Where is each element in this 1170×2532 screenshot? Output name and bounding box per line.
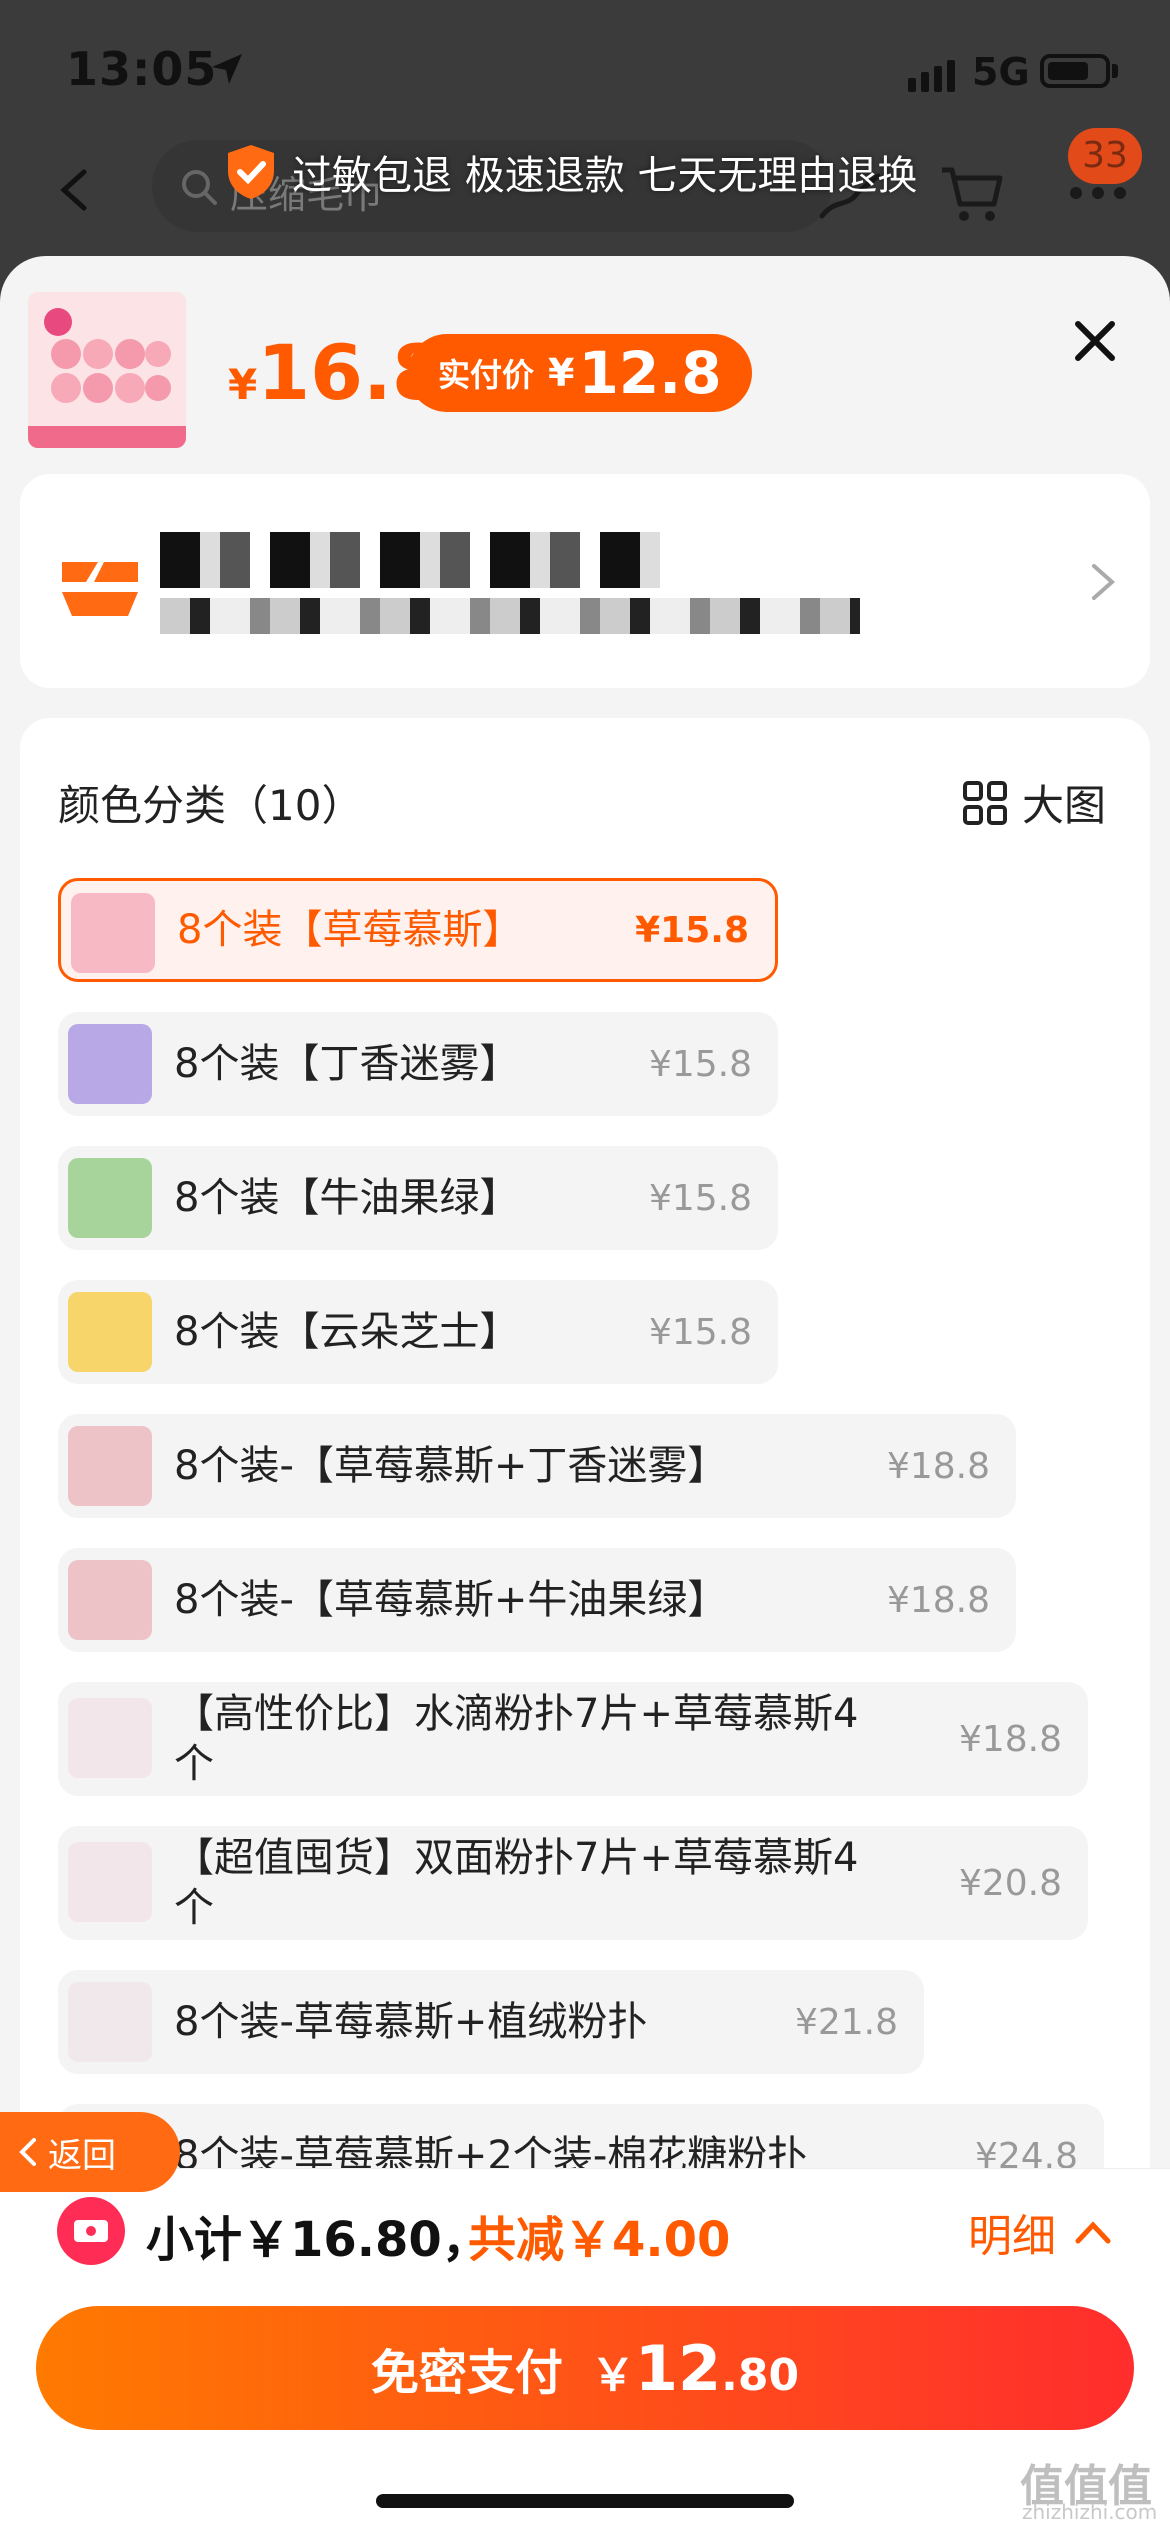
promo-text: 过敏包退 极速退款 七天无理由退换	[292, 153, 918, 199]
chevron-up-icon	[1075, 2221, 1111, 2244]
battery-cap	[1112, 64, 1118, 78]
promo-banner: 过敏包退 极速退款 七天无理由退换	[224, 140, 917, 204]
option-label: 【超值囤货】双面粉扑7片+草莓慕斯4个	[174, 1835, 859, 1931]
option-item[interactable]: 8个装【云朵芝士】 ¥15.8	[58, 1280, 778, 1384]
discount-total: 共减￥4.00	[468, 2212, 731, 2268]
battery-icon	[1040, 54, 1110, 88]
option-label: 8个装【丁香迷雾】	[174, 1041, 520, 1087]
paid-price-pill: 实付价 ¥12.8	[408, 334, 752, 412]
option-thumbnail	[68, 1024, 152, 1104]
option-label: 8个装-草莓慕斯+植绒粉扑	[174, 1999, 648, 2045]
option-item[interactable]: 8个装【草莓慕斯】 ¥15.8	[58, 878, 778, 982]
option-thumbnail	[68, 1982, 152, 2062]
option-item[interactable]: 【高性价比】水滴粉扑7片+草莓慕斯4个 ¥18.8	[58, 1682, 1088, 1796]
delivery-info-redacted	[160, 598, 860, 634]
option-price: ¥20.8	[958, 1862, 1062, 1904]
status-time: 13:05	[66, 42, 218, 96]
option-price: ¥15.8	[635, 909, 749, 951]
option-thumbnail	[71, 893, 155, 973]
option-label: 8个装【云朵芝士】	[174, 1309, 520, 1355]
address-redacted	[160, 532, 660, 588]
paid-price-label: 实付价	[438, 356, 535, 394]
location-arrow-icon	[212, 54, 242, 84]
product-thumbnail[interactable]	[28, 292, 186, 448]
option-thumbnail	[68, 1158, 152, 1238]
detail-label: 明细	[968, 2211, 1056, 2262]
option-item[interactable]: 8个装-【草莓慕斯+牛油果绿】 ¥18.8	[58, 1548, 1016, 1652]
float-back-label: 返回	[48, 2135, 116, 2176]
network-type: 5G	[972, 50, 1030, 94]
option-item[interactable]: 【超值囤货】双面粉扑7片+草莓慕斯4个 ¥20.8	[58, 1826, 1088, 1940]
option-label: 8个装【草莓慕斯】	[177, 907, 523, 953]
option-item[interactable]: 8个装【牛油果绿】 ¥15.8	[58, 1146, 778, 1250]
signal-icon	[908, 60, 955, 92]
search-icon	[182, 170, 217, 205]
option-label: 8个装-【草莓慕斯+牛油果绿】	[174, 1577, 728, 1623]
home-indicator	[376, 2494, 794, 2508]
option-thumbnail	[68, 1698, 152, 1778]
more-icon[interactable]	[1068, 186, 1128, 200]
watermark-url: zhizhizhi.com	[1022, 2500, 1158, 2524]
pay-amount: ￥12.80	[590, 2331, 800, 2405]
option-label: 8个装-【草莓慕斯+丁香迷雾】	[174, 1443, 728, 1489]
paid-price-value: 12.8	[578, 339, 722, 407]
option-label: 8个装【牛油果绿】	[174, 1175, 520, 1221]
options-title: 颜色分类（10）	[58, 781, 364, 830]
option-price: ¥15.8	[648, 1311, 752, 1353]
option-price: ¥15.8	[648, 1177, 752, 1219]
pay-button[interactable]: 免密支付 ￥12.80	[36, 2306, 1134, 2430]
grid-icon	[963, 780, 1007, 825]
option-item[interactable]: 8个装-【草莓慕斯+丁香迷雾】 ¥18.8	[58, 1414, 1016, 1518]
option-thumbnail	[68, 1292, 152, 1372]
shield-check-icon	[228, 145, 274, 199]
option-thumbnail	[68, 1560, 152, 1640]
cart-icon[interactable]	[940, 164, 1004, 224]
subtotal: 小计￥16.80，	[146, 2212, 490, 2268]
close-icon[interactable]	[1072, 318, 1118, 364]
cart-badge: 33	[1068, 128, 1142, 184]
option-item[interactable]: 8个装-草莓慕斯+植绒粉扑 ¥21.8	[58, 1970, 924, 2074]
option-price: ¥21.8	[794, 2001, 898, 2043]
big-image-toggle[interactable]: 大图	[962, 772, 1106, 833]
coupon-icon	[57, 2197, 125, 2265]
float-back-button[interactable]: 返回	[0, 2112, 180, 2192]
paid-price-yen: ¥	[548, 351, 575, 395]
big-image-label: 大图	[1022, 781, 1107, 830]
pay-label: 免密支付	[370, 2345, 563, 2401]
detail-toggle[interactable]: 明细	[968, 2200, 1112, 2264]
option-thumbnail	[68, 1842, 152, 1922]
option-price: ¥15.8	[648, 1043, 752, 1085]
option-price: ¥18.8	[958, 1718, 1062, 1760]
option-thumbnail	[68, 1426, 152, 1506]
option-price: ¥18.8	[886, 1579, 990, 1621]
option-item[interactable]: 8个装【丁香迷雾】 ¥15.8	[58, 1012, 778, 1116]
delivery-logo-icon	[62, 562, 138, 616]
chevron-left-icon	[19, 2138, 36, 2166]
chevron-right-icon	[1092, 564, 1116, 600]
back-chevron-icon[interactable]	[56, 168, 90, 212]
product-image	[28, 292, 186, 448]
option-label: 【高性价比】水滴粉扑7片+草莓慕斯4个	[174, 1691, 859, 1787]
option-price: ¥18.8	[886, 1445, 990, 1487]
